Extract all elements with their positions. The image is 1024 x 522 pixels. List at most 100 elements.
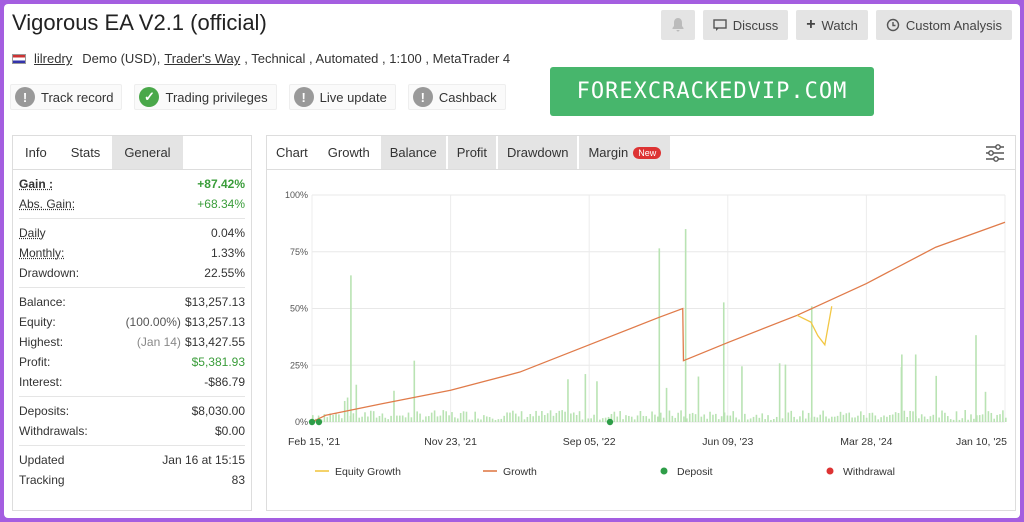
volume-bar (712, 414, 714, 422)
user-link[interactable]: lilredry (34, 51, 72, 66)
volume-bar (358, 417, 360, 422)
volume-bar (523, 419, 526, 422)
legend-label: Equity Growth (335, 466, 401, 478)
stat-row-highest: Highest: (Jan 14) $13,427.55 (19, 332, 245, 352)
badge-label: Cashback (438, 89, 497, 105)
stat-value: $5,381.93 (191, 355, 245, 369)
badge-live-update[interactable]: ! Live update (288, 84, 396, 110)
volume-bar (973, 418, 975, 422)
volume-bar (897, 412, 900, 422)
tab-margin-label: Margin (588, 145, 629, 160)
volume-bar (984, 391, 987, 422)
volume-bar (944, 412, 946, 422)
volume-bar (781, 418, 784, 422)
volume-bar (572, 412, 575, 422)
deposit-point (308, 418, 316, 426)
volume-bar (684, 229, 687, 422)
check-icon: ✓ (139, 87, 160, 107)
volume-bar (822, 410, 824, 422)
volume-bar (961, 418, 964, 422)
volume-bar (929, 416, 932, 422)
volume-bar (404, 417, 407, 422)
volume-bar (485, 416, 488, 422)
stat-label[interactable]: Monthly: (19, 246, 64, 260)
tab-info[interactable]: Info (13, 136, 59, 169)
badge-cashback[interactable]: ! Cashback (407, 84, 506, 110)
stat-label: Deposits: (19, 404, 70, 418)
volume-bar (616, 416, 619, 422)
y-tick-label: 50% (290, 304, 308, 314)
stat-value: $13,427.55 (184, 335, 245, 349)
volume-bar (387, 419, 389, 422)
custom-analysis-button[interactable]: Custom Analysis (875, 10, 1012, 40)
volume-bar (465, 411, 468, 422)
volume-bar (628, 415, 630, 422)
divider (19, 218, 245, 219)
legend-swatch (660, 467, 668, 475)
volume-bar (355, 384, 358, 422)
volume-bar (813, 416, 816, 422)
broker-link[interactable]: Trader's Way (164, 51, 240, 66)
volume-bar (622, 419, 624, 422)
promo-banner[interactable]: FOREXCRACKEDVIP.COM (550, 67, 874, 116)
tab-stats[interactable]: Stats (58, 136, 113, 169)
volume-bar (425, 416, 427, 422)
volume-bar (451, 412, 453, 422)
badge-trading-privileges[interactable]: ✓ Trading privileges (134, 84, 277, 110)
x-tick-label: Sep 05, '22 (563, 436, 616, 448)
stat-value: $13,257.13 (184, 315, 245, 329)
volume-bar (722, 302, 725, 422)
volume-bar (828, 418, 830, 422)
volume-bar (416, 411, 418, 422)
stat-value: Jan 16 at 15:15 (162, 453, 245, 467)
discuss-button[interactable]: Discuss (702, 10, 789, 40)
volume-bar (396, 415, 398, 422)
volume-bar (868, 413, 871, 422)
volume-bar (439, 415, 442, 422)
stat-value: 0.04% (210, 226, 245, 240)
volume-bar (981, 414, 984, 422)
volume-bar (352, 413, 355, 422)
volume-bar (952, 419, 955, 422)
stat-label[interactable]: Abs. Gain: (19, 197, 75, 211)
notify-button[interactable] (660, 10, 695, 40)
volume-bar (894, 412, 897, 422)
volume-bar (802, 410, 804, 422)
volume-bar (483, 415, 485, 422)
volume-bar (488, 417, 491, 422)
tab-profit[interactable]: Profit (447, 136, 497, 169)
divider (19, 445, 245, 446)
watch-button[interactable]: + Watch (796, 10, 868, 40)
badge-track-record[interactable]: ! Track record (10, 84, 123, 110)
volume-bar (401, 415, 404, 422)
volume-bar (906, 416, 909, 422)
stat-label[interactable]: Daily (19, 226, 46, 240)
tab-growth[interactable]: Growth (318, 136, 379, 169)
volume-bar (372, 411, 375, 422)
x-axis: Feb 15, '21 Nov 23, '21 Sep 05, '22 Jun 09,… (288, 436, 1007, 448)
volume-bar (657, 416, 659, 422)
volume-bar (903, 410, 906, 422)
stat-row-balance: Balance: $13,257.13 (19, 292, 245, 312)
stat-label[interactable]: Gain : (19, 177, 53, 191)
volume-bar (497, 419, 500, 422)
volume-bar (836, 415, 839, 422)
tab-margin[interactable]: Margin New (579, 136, 671, 169)
volume-bar (999, 414, 1001, 422)
volume-bar (651, 411, 653, 422)
tab-balance[interactable]: Balance (380, 136, 446, 169)
flag-icon (12, 53, 26, 64)
volume-bar (874, 415, 877, 422)
volume-bar (993, 418, 996, 422)
volume-bar (604, 417, 607, 422)
volume-bar (587, 418, 590, 422)
tab-chart[interactable]: Chart (267, 136, 317, 169)
volume-bar (825, 416, 827, 422)
volume-bar (419, 413, 421, 422)
tab-drawdown[interactable]: Drawdown (498, 136, 578, 169)
sliders-icon[interactable] (985, 144, 1005, 162)
volume-bar (720, 416, 723, 422)
tab-general[interactable]: General (112, 136, 183, 169)
volume-bar (770, 419, 772, 422)
volume-bar (619, 411, 621, 422)
